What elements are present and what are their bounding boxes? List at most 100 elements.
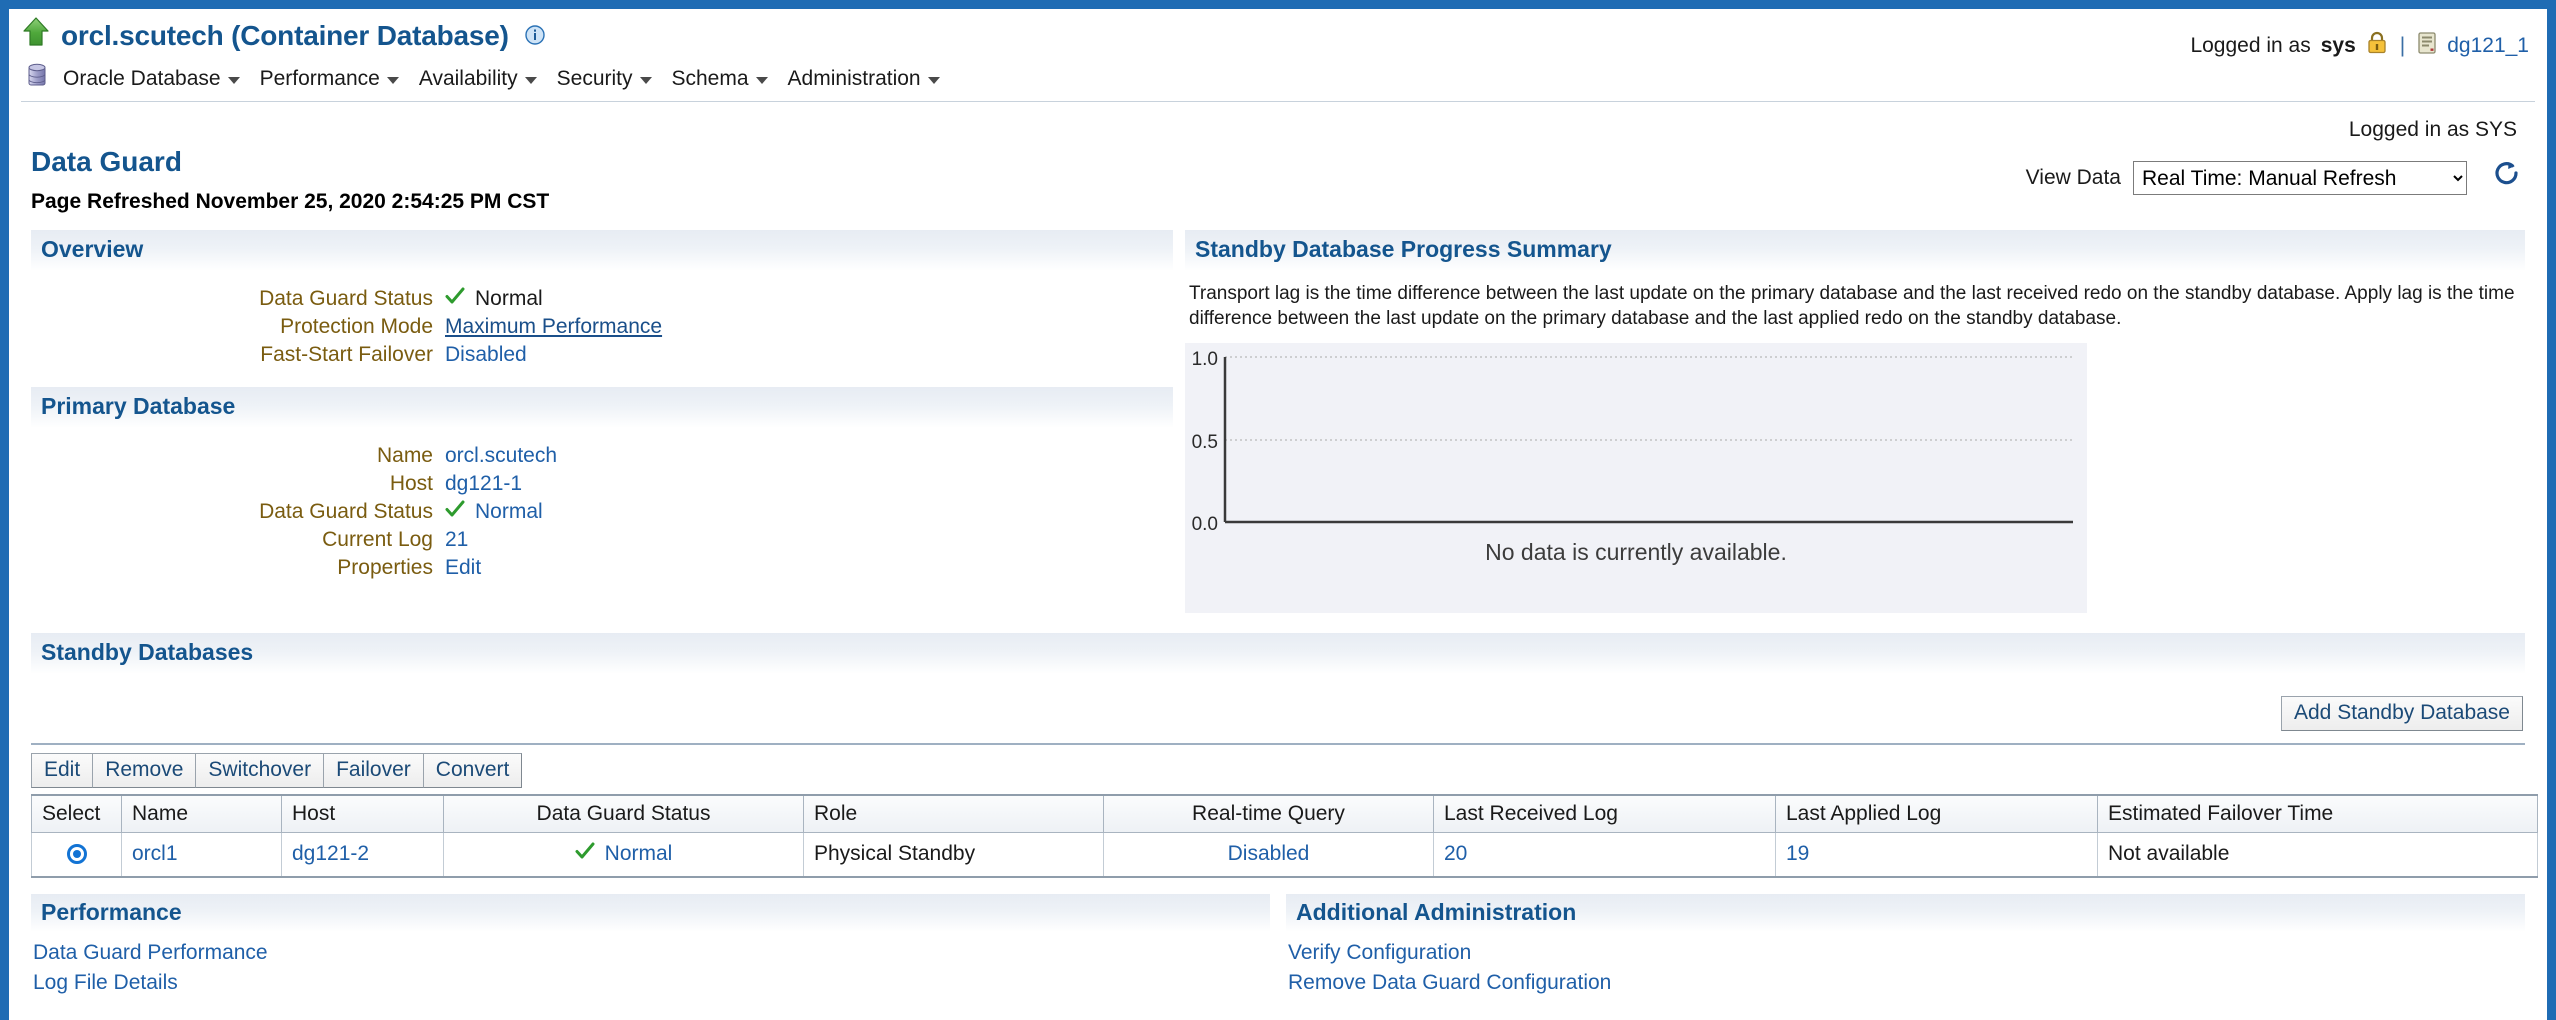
remove-data-guard-configuration-link[interactable]: Remove Data Guard Configuration xyxy=(1288,968,2525,998)
overview-section-title: Overview xyxy=(31,230,1173,271)
column-header-last-applied-log[interactable]: Last Applied Log xyxy=(1776,795,2098,833)
property-label: Name xyxy=(31,442,445,470)
page-body: orcl.scutech (Container Database) xyxy=(9,9,2547,1020)
main-menu-bar: Oracle Database Performance Availability… xyxy=(23,63,954,95)
property-value-text: Normal xyxy=(475,285,543,313)
failover-button[interactable]: Failover xyxy=(323,753,424,788)
menu-item-availability[interactable]: Availability xyxy=(413,65,551,93)
column-header-role[interactable]: Role xyxy=(804,795,1104,833)
menu-item-label: Security xyxy=(557,67,633,91)
lock-icon[interactable] xyxy=(2366,31,2388,61)
standby-status-link[interactable]: Normal xyxy=(605,842,673,866)
edit-button[interactable]: Edit xyxy=(31,753,93,788)
menu-item-label: Oracle Database xyxy=(63,67,221,91)
standby-name-link[interactable]: orcl1 xyxy=(132,842,178,865)
column-header-data-guard-status[interactable]: Data Guard Status xyxy=(444,795,804,833)
column-header-realtime-query[interactable]: Real-time Query xyxy=(1104,795,1434,833)
menu-item-label: Schema xyxy=(672,67,749,91)
protection-mode-link[interactable]: Maximum Performance xyxy=(445,313,662,341)
property-label: Host xyxy=(31,470,445,498)
fast-start-failover-link[interactable]: Disabled xyxy=(445,341,527,369)
row-last-applied-log-cell: 19 xyxy=(1776,833,2098,877)
info-icon[interactable] xyxy=(525,20,545,52)
switchover-button[interactable]: Switchover xyxy=(195,753,324,788)
primary-host-link[interactable]: dg121-1 xyxy=(445,470,522,498)
property-label: Protection Mode xyxy=(31,313,445,341)
standby-action-button-group: Edit Remove Switchover Failover Convert xyxy=(31,753,522,788)
current-log-link[interactable]: 21 xyxy=(445,526,468,554)
property-label: Data Guard Status xyxy=(31,285,445,313)
menu-item-security[interactable]: Security xyxy=(551,65,666,93)
right-column: Standby Database Progress Summary Transp… xyxy=(1185,230,2525,613)
verify-configuration-link[interactable]: Verify Configuration xyxy=(1288,938,2525,968)
logged-in-prefix: Logged in as xyxy=(2190,34,2310,58)
primary-status-link[interactable]: Normal xyxy=(475,498,543,526)
header-host-link[interactable]: dg121_1 xyxy=(2447,34,2529,58)
chevron-down-icon xyxy=(756,77,768,84)
column-header-estimated-failover-time[interactable]: Estimated Failover Time xyxy=(2098,795,2538,833)
data-guard-performance-link[interactable]: Data Guard Performance xyxy=(33,938,1270,968)
database-icon xyxy=(27,63,47,95)
menu-item-schema[interactable]: Schema xyxy=(666,65,782,93)
standby-databases-section: Standby Databases Add Standby Database E… xyxy=(31,633,2525,878)
primary-database-section: Primary Database Name orcl.scutech Host … xyxy=(31,387,1173,582)
refresh-icon[interactable] xyxy=(2493,160,2521,196)
property-label: Data Guard Status xyxy=(31,498,445,526)
table-header-row: Select Name Host Data Guard Status Role … xyxy=(32,795,2538,833)
standby-progress-chart: 1.0 0.5 0.0 No data is currently availab… xyxy=(1185,343,2087,613)
check-icon xyxy=(445,285,465,313)
last-received-log-link[interactable]: 20 xyxy=(1444,842,1467,865)
log-file-details-link[interactable]: Log File Details xyxy=(33,968,1270,998)
application-window: orcl.scutech (Container Database) xyxy=(0,0,2556,1020)
convert-button[interactable]: Convert xyxy=(423,753,523,788)
primary-database-properties: Name orcl.scutech Host dg121-1 xyxy=(31,442,1173,582)
add-standby-database-button[interactable]: Add Standby Database xyxy=(2281,696,2523,731)
menu-item-oracle-database[interactable]: Oracle Database xyxy=(57,65,254,93)
svg-text:1.0: 1.0 xyxy=(1192,349,1218,370)
overview-properties: Data Guard Status Normal xyxy=(31,285,1173,369)
properties-edit-link[interactable]: Edit xyxy=(445,554,481,582)
property-value: Normal xyxy=(445,285,543,313)
remove-button[interactable]: Remove xyxy=(92,753,196,788)
performance-section-title: Performance xyxy=(31,894,1270,932)
primary-name-link[interactable]: orcl.scutech xyxy=(445,442,557,470)
standby-table-toolbar: Edit Remove Switchover Failover Convert xyxy=(31,743,2525,788)
last-applied-log-link[interactable]: 19 xyxy=(1786,842,1809,865)
row-status-cell: Normal xyxy=(444,833,804,877)
property-label: Properties xyxy=(31,554,445,582)
row-select-radio[interactable] xyxy=(67,844,87,864)
menu-item-label: Performance xyxy=(260,67,380,91)
page-title: Data Guard xyxy=(31,146,549,178)
chevron-down-icon xyxy=(387,77,399,84)
primary-database-section-title: Primary Database xyxy=(31,387,1173,428)
realtime-query-link[interactable]: Disabled xyxy=(1228,842,1310,865)
logged-in-as-sys: Logged in as SYS xyxy=(31,102,2525,142)
primary-row-host: Host dg121-1 xyxy=(31,470,1173,498)
primary-row-properties: Properties Edit xyxy=(31,554,1173,582)
additional-administration-section: Additional Administration Verify Configu… xyxy=(1286,894,2525,998)
chevron-down-icon xyxy=(640,77,652,84)
row-select-cell[interactable] xyxy=(32,833,122,877)
row-role-cell: Physical Standby xyxy=(804,833,1104,877)
column-header-host[interactable]: Host xyxy=(282,795,444,833)
column-header-select[interactable]: Select xyxy=(32,795,122,833)
view-data-select[interactable]: Real Time: Manual Refresh xyxy=(2133,161,2467,195)
header-divider xyxy=(21,101,2535,102)
menu-item-administration[interactable]: Administration xyxy=(782,65,954,93)
row-last-received-log-cell: 20 xyxy=(1434,833,1776,877)
table-row: orcl1 dg121-2 xyxy=(32,833,2538,877)
header-separator: | xyxy=(2400,34,2405,58)
standby-progress-section-title: Standby Database Progress Summary xyxy=(1185,230,2525,271)
column-header-name[interactable]: Name xyxy=(122,795,282,833)
menu-item-performance[interactable]: Performance xyxy=(254,65,413,93)
content-area: Logged in as SYS Data Guard Page Refresh… xyxy=(9,102,2547,998)
additional-administration-section-title: Additional Administration xyxy=(1286,894,2525,932)
host-icon xyxy=(2417,31,2437,61)
column-header-last-received-log[interactable]: Last Received Log xyxy=(1434,795,1776,833)
standby-host-link[interactable]: dg121-2 xyxy=(292,842,369,865)
svg-text:0.5: 0.5 xyxy=(1192,432,1218,453)
row-name-cell: orcl1 xyxy=(122,833,282,877)
add-standby-row: Add Standby Database xyxy=(31,674,2525,731)
logged-in-username: sys xyxy=(2321,34,2356,58)
standby-progress-description: Transport lag is the time difference bet… xyxy=(1189,281,2521,331)
